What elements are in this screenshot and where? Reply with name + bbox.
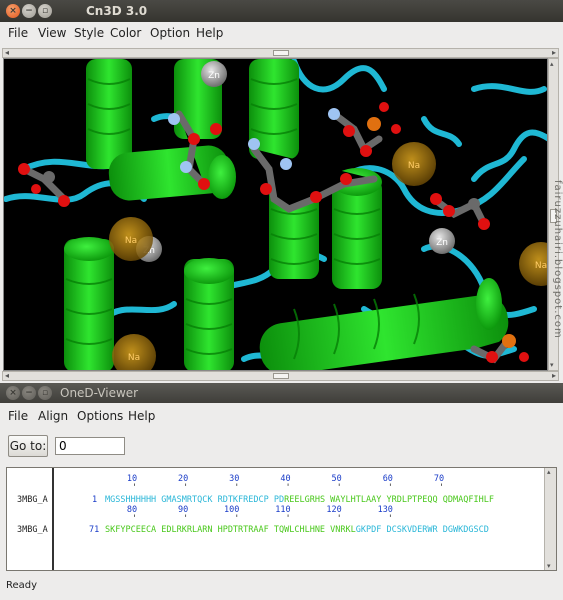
menu-help[interactable]: Help [128,409,155,423]
window-title: Cn3D 3.0 [86,4,148,18]
scroll-down-icon[interactable]: ▾ [547,562,551,570]
scrollbar-thumb[interactable] [273,50,289,56]
oned-viewer-window: × − ▫ OneD-Viewer File Align Options Hel… [0,383,563,600]
ion-label-na: Na [125,236,137,246]
name-divider [52,468,54,570]
menu-view[interactable]: View [38,26,66,40]
sequence-panel[interactable]: 10 20 30 40 50 60 70 ' ' ' ' ' ' ' 3MBG_… [6,467,557,571]
ion-label-zn: Zn [208,71,220,81]
sequence-start-number: 71 [89,525,100,535]
residues-helix[interactable]: SKFYPCEECA EDLRKRLARN HPDTRTRAAF TQWLCHL… [105,525,356,535]
maximize-icon[interactable]: ▫ [38,386,52,400]
molecule-3d-viewport[interactable]: Zn Zn Zn Na Na Na Na [3,58,548,371]
sequence-row-name[interactable]: 3MBG_A [17,525,48,535]
sequence-residues[interactable]: MGSSHHHHHH GMASMRTQCK RDTKFREDCP PDREELG… [105,495,494,505]
blog-watermark: fairuzzuhairi.blogspot.com [552,180,563,339]
menu-style[interactable]: Style [74,26,104,40]
ion-label-na: Na [535,261,547,271]
molecule-render: Zn Zn Zn Na Na Na Na [4,59,547,370]
menu-options[interactable]: Options [77,409,123,423]
scroll-left-icon[interactable]: ◂ [5,371,9,380]
sequence-start-number: 1 [92,495,98,505]
status-bar: Ready [6,580,38,591]
maximize-icon[interactable]: ▫ [38,4,52,18]
close-icon[interactable]: × [6,386,20,400]
goto-position-input[interactable]: 0 [55,437,125,455]
cn3d-titlebar[interactable]: × − ▫ Cn3D 3.0 [0,0,563,22]
residues-coil[interactable]: GKPDF DCSKVDERWR DGWKDGSCD [356,525,489,535]
menu-align[interactable]: Align [38,409,68,423]
ion-label-na: Na [408,161,420,171]
sequence-residues[interactable]: SKFYPCEECA EDLRKRLARN HPDTRTRAAF TQWLCHL… [105,525,489,535]
sequence-vertical-scrollbar[interactable]: ▴ ▾ [544,468,556,570]
scroll-right-icon[interactable]: ▸ [552,48,556,57]
horizontal-scrollbar-bottom[interactable]: ◂ ▸ [2,371,559,381]
goto-button[interactable]: Go to: [8,435,48,457]
ion-label-zn: Zn [436,238,448,248]
scroll-up-icon[interactable]: ▴ [547,468,551,476]
menu-file[interactable]: File [8,26,28,40]
window-title: OneD-Viewer [60,386,139,400]
sequence-row-name[interactable]: 3MBG_A [17,495,48,505]
menu-help[interactable]: Help [196,26,223,40]
ruler-ticks: ' ' ' ' ' ' ' [91,483,445,493]
close-icon[interactable]: × [6,4,20,18]
scrollbar-thumb[interactable] [273,373,289,379]
scroll-left-icon[interactable]: ◂ [5,48,9,57]
residues-helix[interactable]: REELGRHS WAYLHTLAAY YRDLPTPEQQ QDMAQFIHL… [284,495,494,505]
cn3d-menubar: File View Style Color Option Help [0,22,563,44]
horizontal-scrollbar-top[interactable]: ◂ ▸ [2,48,559,58]
oned-titlebar[interactable]: × − ▫ OneD-Viewer [0,383,563,403]
minimize-icon[interactable]: − [22,386,36,400]
residues-coil[interactable]: MGSSHHHHHH GMASMRTQCK RDTKFREDCP PD [105,495,284,505]
ruler-ticks: ' ' ' ' ' ' [91,514,393,524]
scroll-up-icon[interactable]: ▴ [550,60,554,68]
oned-menubar: File Align Options Help [0,405,563,427]
menu-color[interactable]: Color [110,26,141,40]
minimize-icon[interactable]: − [22,4,36,18]
menu-option[interactable]: Option [150,26,190,40]
menu-file[interactable]: File [8,409,28,423]
cn3d-window: × − ▫ Cn3D 3.0 File View Style Color Opt… [0,0,563,383]
ion-label-na: Na [128,353,140,363]
